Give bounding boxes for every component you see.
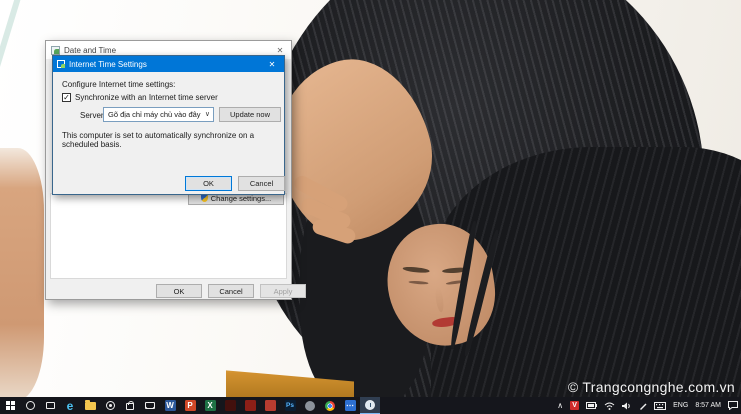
app-button-gray[interactable] bbox=[300, 397, 320, 414]
search-button[interactable] bbox=[20, 397, 40, 414]
datetime-taskbar-button[interactable] bbox=[360, 397, 380, 414]
datetime-ok-button[interactable]: OK bbox=[156, 284, 202, 298]
language-indicator[interactable]: ENG bbox=[673, 402, 688, 409]
taskbar: e W P X Ps ⋯ ∧ V ENG 8:57 AM bbox=[0, 397, 741, 414]
app-icon-red bbox=[244, 400, 256, 411]
app-button-darkred[interactable] bbox=[220, 397, 240, 414]
app-button-crimson[interactable] bbox=[260, 397, 280, 414]
photoshop-icon: Ps bbox=[284, 400, 296, 411]
file-explorer-button[interactable] bbox=[80, 397, 100, 414]
date-and-time-title: Date and Time bbox=[64, 45, 117, 55]
settings-button[interactable] bbox=[100, 397, 120, 414]
start-button[interactable] bbox=[0, 397, 20, 414]
update-now-button[interactable]: Update now bbox=[219, 107, 281, 122]
mail-icon bbox=[145, 402, 155, 409]
taskbar-apps: e W P X Ps ⋯ bbox=[0, 397, 380, 414]
app-button-blue[interactable]: ⋯ bbox=[340, 397, 360, 414]
configure-label: Configure Internet time settings: bbox=[62, 80, 176, 89]
excel-button[interactable]: X bbox=[200, 397, 220, 414]
store-bag-icon bbox=[126, 401, 134, 410]
pen-icon[interactable] bbox=[639, 402, 647, 410]
search-circle-icon bbox=[25, 401, 35, 410]
word-icon: W bbox=[164, 400, 176, 411]
chrome-icon bbox=[325, 400, 335, 411]
action-center-icon[interactable] bbox=[728, 401, 738, 410]
datetime-apply-button: Apply bbox=[260, 284, 306, 298]
clock-icon bbox=[365, 400, 375, 410]
window-frame-reflection bbox=[0, 0, 22, 94]
excel-icon: X bbox=[204, 400, 216, 411]
watermark-text: © Trangcongnghe.com.vn bbox=[567, 379, 735, 395]
server-label: Server: bbox=[80, 111, 106, 120]
schedule-text: This computer is set to automatically sy… bbox=[62, 131, 255, 149]
its-cancel-button[interactable]: Cancel bbox=[238, 176, 285, 191]
edge-button[interactable]: e bbox=[60, 397, 80, 414]
date-and-time-content-panel bbox=[50, 193, 287, 279]
its-ok-button[interactable]: OK bbox=[185, 176, 232, 191]
task-view-icon bbox=[45, 402, 55, 409]
photoshop-button[interactable]: Ps bbox=[280, 397, 300, 414]
photo-nose bbox=[434, 285, 445, 313]
synchronize-checkbox[interactable]: ✓ bbox=[62, 93, 71, 102]
photo-eyebrow-left bbox=[402, 265, 430, 274]
chevron-down-icon: ∨ bbox=[204, 110, 210, 118]
settings-icon bbox=[105, 401, 115, 410]
desktop: © Trangcongnghe.com.vn Date and Time ✕ C… bbox=[0, 0, 741, 414]
powerpoint-button[interactable]: P bbox=[180, 397, 200, 414]
show-hidden-icons-chevron[interactable]: ∧ bbox=[557, 401, 563, 410]
edge-icon: e bbox=[66, 398, 74, 413]
server-dropdown-value: Gõ địa chỉ máy chủ vào đây bbox=[108, 110, 201, 119]
task-view-button[interactable] bbox=[40, 397, 60, 414]
app-icon-blue-dots: ⋯ bbox=[344, 400, 356, 411]
synchronize-label: Synchronize with an Internet time server bbox=[75, 93, 218, 102]
app-button-red[interactable] bbox=[240, 397, 260, 414]
internet-time-settings-dialog: Internet Time Settings ✕ Configure Inter… bbox=[52, 55, 285, 195]
wifi-icon[interactable] bbox=[604, 402, 615, 410]
volume-icon[interactable] bbox=[622, 402, 632, 410]
system-tray: ∧ V ENG 8:57 AM bbox=[557, 397, 738, 414]
app-icon-darkred bbox=[224, 400, 236, 411]
close-icon[interactable]: ✕ bbox=[260, 56, 284, 72]
app-icon-gray bbox=[305, 400, 315, 411]
synchronize-checkbox-row[interactable]: ✓ Synchronize with an Internet time serv… bbox=[62, 93, 218, 102]
date-and-time-icon bbox=[51, 45, 60, 55]
clock-time[interactable]: 8:57 AM bbox=[695, 402, 721, 409]
battery-icon[interactable] bbox=[586, 402, 598, 409]
app-icon-crimson bbox=[264, 400, 276, 411]
folder-icon bbox=[84, 399, 96, 410]
mail-button[interactable] bbox=[140, 397, 160, 414]
internet-time-settings-title: Internet Time Settings bbox=[69, 59, 147, 69]
datetime-cancel-button[interactable]: Cancel bbox=[208, 284, 254, 298]
photo-eye-left bbox=[408, 280, 429, 285]
store-button[interactable] bbox=[120, 397, 140, 414]
photo-arm bbox=[0, 148, 44, 397]
uac-shield-icon bbox=[200, 194, 208, 202]
internet-time-settings-titlebar[interactable]: Internet Time Settings ✕ bbox=[53, 56, 284, 72]
internet-time-icon bbox=[57, 60, 65, 68]
windows-logo-icon bbox=[5, 401, 15, 410]
server-dropdown[interactable]: Gõ địa chỉ máy chủ vào đây ∨ bbox=[103, 107, 214, 122]
word-button[interactable]: W bbox=[160, 397, 180, 414]
antivirus-tray-icon[interactable]: V bbox=[570, 401, 580, 410]
powerpoint-icon: P bbox=[184, 400, 196, 411]
touch-keyboard-icon[interactable] bbox=[654, 401, 667, 410]
chrome-button[interactable] bbox=[320, 397, 340, 414]
